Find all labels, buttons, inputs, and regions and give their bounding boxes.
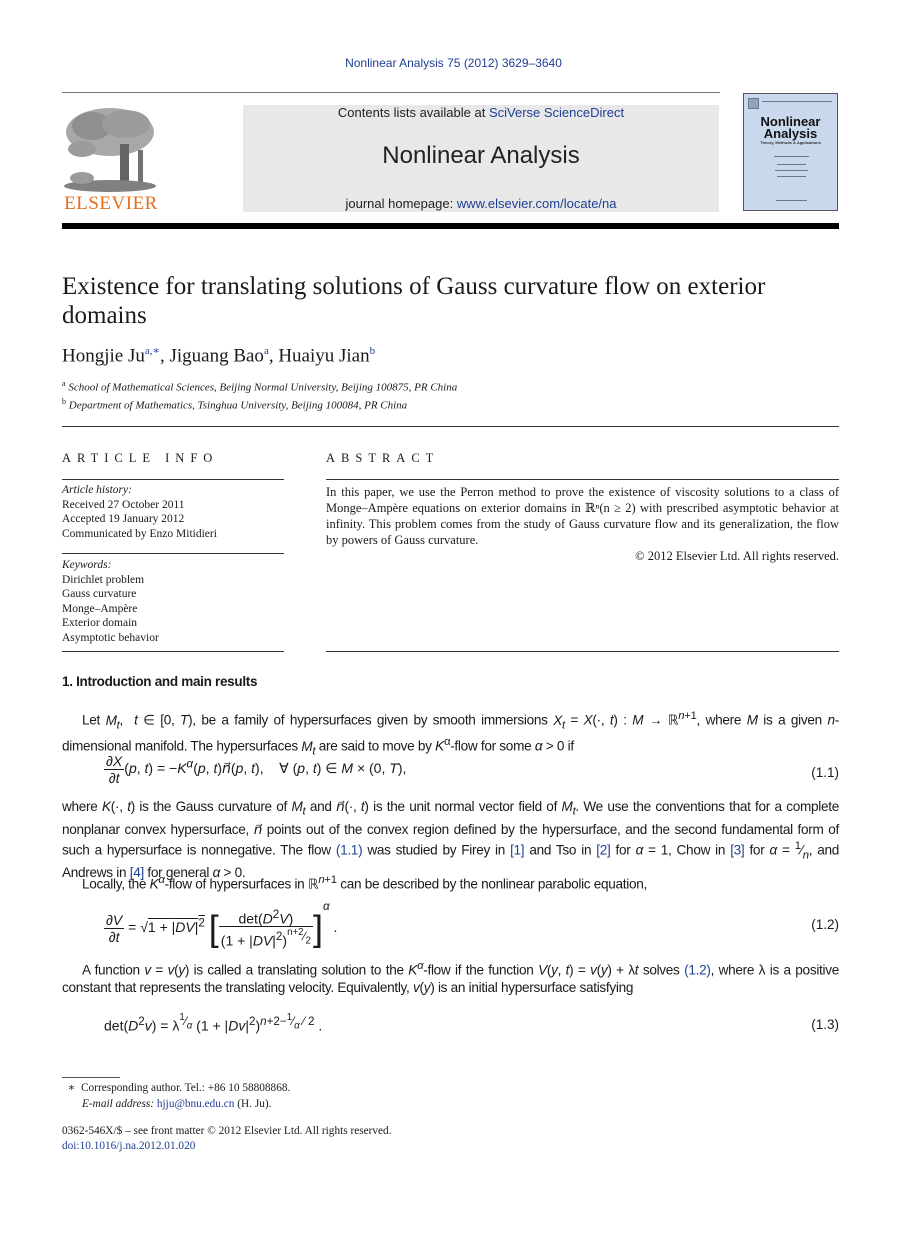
author-marks[interactable]: b — [370, 345, 376, 357]
author-list: Hongjie Jua,∗, Jiguang Baoa, Huaiyu Jian… — [62, 345, 376, 367]
equation-number: (1.2) — [811, 917, 839, 932]
homepage-link[interactable]: www.elsevier.com/locate/na — [457, 196, 617, 211]
paragraph: Locally, the Kα-flow of hypersurfaces in… — [82, 874, 647, 892]
corresponding-author-text: Corresponding author. Tel.: +86 10 58808… — [81, 1082, 291, 1094]
footnote-email: E-mail address: hjju@bnu.edu.cn (H. Ju). — [82, 1098, 271, 1110]
journal-citation[interactable]: Nonlinear Analysis 75 (2012) 3629–3640 — [0, 56, 907, 70]
affiliation-text: Department of Mathematics, Tsinghua Univ… — [68, 399, 408, 412]
cover-title-line2: Analysis — [763, 126, 818, 141]
keyword-item: Exterior domain — [62, 617, 138, 629]
elsevier-wordmark: ELSEVIER — [64, 193, 158, 214]
keyword-item: Asymptotic behavior — [62, 631, 159, 644]
paragraph: A function v = v(y) is called a translat… — [62, 960, 839, 995]
citation-link[interactable]: [3] — [730, 842, 745, 857]
citation-link[interactable]: [1] — [510, 842, 525, 857]
affiliation-mark: b — [62, 397, 66, 406]
cover-divider — [777, 164, 806, 165]
header-thick-rule — [62, 223, 839, 229]
email-suffix: (H. Ju). — [234, 1098, 272, 1110]
affiliation: b Department of Mathematics, Tsinghua Un… — [62, 397, 407, 412]
keywords: Keywords: Dirichlet problem Gauss curvat… — [62, 558, 284, 645]
keyword-item: Dirichlet problem — [62, 573, 145, 586]
affiliation-text: School of Mathematical Sciences, Beijing… — [68, 381, 458, 394]
asterisk-icon: ∗ — [67, 1082, 76, 1094]
equation-1-1: ∂X ∂t (p, t) = −Kα(p, t)n⃗(p, t), ∀ (p, t)… — [104, 753, 407, 786]
history-item: Accepted 19 January 2012 — [62, 513, 185, 525]
keywords-label: Keywords: — [62, 559, 112, 571]
history-item: Communicated by Enzo Mitidieri — [62, 527, 217, 540]
abstract-copyright: © 2012 Elsevier Ltd. All rights reserved… — [635, 549, 839, 563]
doi-link[interactable]: doi:10.1016/j.na.2012.01.020 — [62, 1140, 195, 1152]
abstract-divider — [326, 479, 839, 480]
history-label: Article history: — [62, 484, 132, 496]
abstract-math: ℝⁿ(n ≥ 2) — [585, 501, 636, 515]
cover-title: Nonlinear Analysis — [744, 115, 837, 141]
info-divider — [62, 479, 284, 480]
issn-line: 0362-546X/$ – see front matter © 2012 El… — [62, 1125, 392, 1137]
cover-subtitle: Theory, Methods & Applications — [760, 140, 821, 145]
author-marks[interactable]: a — [264, 345, 269, 357]
section-title: 1. Introduction and main results — [62, 674, 258, 689]
abstract-heading: ABSTRACT — [326, 451, 440, 465]
article-history: Article history: Received 27 October 201… — [62, 483, 284, 541]
section-divider — [62, 426, 839, 427]
author-marks[interactable]: a,∗ — [145, 345, 160, 357]
cover-divider — [775, 170, 808, 171]
affiliation: a School of Mathematical Sciences, Beiji… — [62, 379, 457, 394]
author-name[interactable]: Hongjie Ju — [62, 345, 145, 366]
fraction: ∂V ∂t — [104, 911, 125, 945]
abstract-divider — [326, 651, 839, 652]
journal-cover-thumbnail[interactable]: Nonlinear Analysis Theory, Methods & App… — [743, 93, 838, 211]
email-link[interactable]: hjju@bnu.edu.cn — [157, 1098, 235, 1110]
email-label: E-mail address: — [82, 1098, 155, 1110]
equation-1-3: det(D2v) = λ1⁄α (1 + |Dv|2)n+2−1⁄α ⁄ 2 . — [104, 1012, 323, 1034]
cover-divider — [777, 176, 806, 177]
keyword-item: Gauss curvature — [62, 588, 137, 600]
keyword-item: Monge–Ampère — [62, 602, 138, 615]
contents-prefix: Contents lists available at — [337, 105, 489, 120]
author-name[interactable]: Huaiyu Jian — [278, 345, 369, 366]
affiliation-mark: a — [62, 379, 66, 388]
author-name[interactable]: Jiguang Bao — [169, 345, 263, 366]
equation-number: (1.3) — [811, 1017, 839, 1032]
homepage-line: journal homepage: www.elsevier.com/locat… — [243, 196, 719, 211]
sciencedirect-link[interactable]: SciVerse ScienceDirect — [489, 105, 624, 120]
journal-name: Nonlinear Analysis — [382, 142, 580, 169]
contents-line: Contents lists available at SciVerse Sci… — [243, 105, 719, 120]
header-rule — [62, 92, 720, 93]
equation-number: (1.1) — [811, 765, 839, 780]
cover-divider — [762, 101, 832, 102]
cover-emblem-icon — [748, 98, 759, 109]
history-item: Received 27 October 2011 — [62, 498, 185, 511]
article-title: Existence for translating solutions of G… — [62, 273, 766, 329]
abstract-text: In this paper, we use the Perron method … — [326, 484, 839, 564]
equation-ref-link[interactable]: (1.2) — [684, 963, 711, 978]
footnote-corresponding: ∗ Corresponding author. Tel.: +86 10 588… — [62, 1081, 291, 1094]
cover-divider — [776, 200, 807, 201]
info-divider — [62, 651, 284, 652]
equation-ref-link[interactable]: (1.1) — [336, 842, 363, 857]
footnote-rule — [62, 1077, 120, 1078]
homepage-prefix: journal homepage: — [345, 196, 457, 211]
paragraph: where K(·, t) is the Gauss curvature of … — [62, 799, 840, 880]
fraction: det(D2V) (1 + |DV|2)n+2⁄2 — [218, 907, 313, 949]
cover-divider — [774, 156, 809, 157]
equation-1-2: ∂V ∂t = √1 + |DV|2 [det(D2V) (1 + |DV|2)n+… — [104, 900, 338, 949]
article-info-heading: ARTICLE INFO — [62, 451, 219, 465]
info-divider — [62, 553, 284, 554]
fraction: ∂X ∂t — [104, 753, 125, 786]
citation-link[interactable]: [2] — [596, 842, 611, 857]
